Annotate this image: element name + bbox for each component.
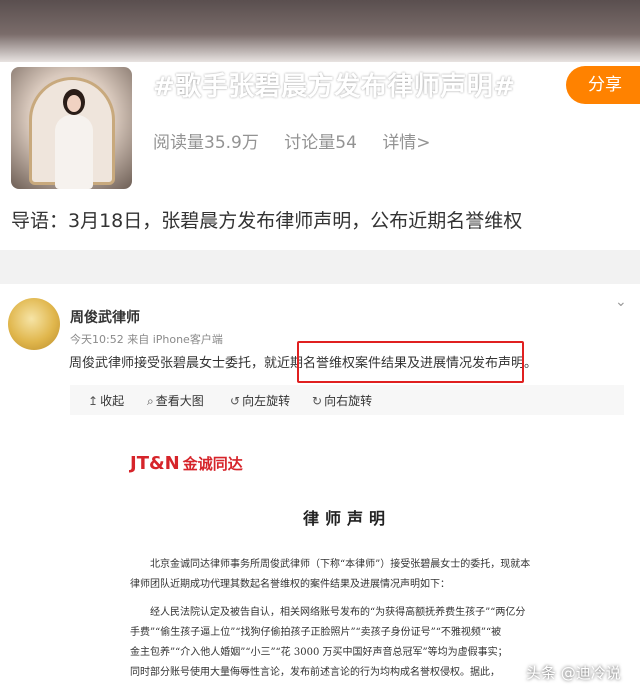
avatar[interactable]	[8, 298, 60, 350]
rotate-left-icon: ↺	[230, 394, 241, 408]
highlight-box	[297, 341, 524, 383]
rotate-right-button[interactable]: ↻ 向右旋转	[312, 392, 372, 409]
document-line: 手费”“偷生孩子逼上位”“找狗仔偷拍孩子正脸照片”“卖孩子身份证号”“不雅视频”…	[130, 627, 502, 638]
discuss-count: 讨论量54	[284, 133, 357, 153]
rotate-right-icon: ↻	[312, 394, 323, 408]
topic-title: #歌手张碧晨方发布律师声明#	[153, 72, 516, 102]
document-line: 律师团队近期成功代理其数起名誉维权的案件结果及进展情况声明如下：	[130, 579, 450, 590]
document-title: 律师声明	[302, 509, 391, 528]
firm-logo: JT&N 金诚同达	[130, 453, 243, 474]
watermark: 头条 @迪冷说	[526, 664, 621, 682]
chevron-down-icon[interactable]: ⌄	[615, 294, 627, 310]
collapse-button[interactable]: ↥ 收起	[88, 392, 124, 409]
topic-guide-text: 导语：3月18日，张碧晨方发布律师声明，公布近期名誉维权	[11, 210, 523, 232]
viewer-toolbar: ↥ 收起 ⌕ 查看大图 ↺ 向左旋转 ↻ 向右旋转	[70, 385, 624, 415]
document-line: 同时部分账号使用大量侮辱性言论，发布前述言论的行为均构成名誉权侵权。据此，	[130, 667, 500, 678]
rotate-left-button[interactable]: ↺ 向左旋转	[230, 392, 290, 409]
topic-header-background	[0, 0, 640, 62]
collapse-icon: ↥	[88, 394, 99, 408]
post-author[interactable]: 周俊武律师	[70, 307, 140, 327]
topic-stats: 阅读量35.9万 讨论量54 详情>	[153, 128, 451, 153]
topic-card: #歌手张碧晨方发布律师声明# 分享 阅读量35.9万 讨论量54 详情> 导语：…	[0, 0, 640, 250]
share-button[interactable]: 分享	[566, 66, 640, 104]
section-divider	[0, 250, 640, 284]
document-image[interactable]: JT&N 金诚同达 律师声明 北京金诚同达律师事务所周俊武律师（下称“本律师”）接…	[70, 415, 624, 693]
post-meta: 今天10:52 来自 iPhone客户端	[70, 333, 223, 346]
read-count: 阅读量35.9万	[153, 133, 259, 153]
topic-cover-image[interactable]	[11, 67, 132, 189]
details-link[interactable]: 详情>	[382, 133, 430, 153]
search-icon: ⌕	[147, 394, 154, 408]
document-line: 北京金诚同达律师事务所周俊武律师（下称“本律师”）接受张碧晨女士的委托，现就本	[150, 559, 531, 570]
view-large-button[interactable]: ⌕ 查看大图	[147, 392, 204, 409]
image-viewer: ↥ 收起 ⌕ 查看大图 ↺ 向左旋转 ↻ 向右旋转 JT&N 金诚同达 律师声明 北京金诚…	[70, 385, 624, 693]
document-line: 金主包养”“介入他人婚姻”“小三”“花 3000 万买中国好声音总冠军”等均为虚…	[130, 647, 508, 658]
document-line: 经人民法院认定及被告自认，相关网络账号发布的“为获得高额抚养费生孩子”“两亿分	[150, 607, 526, 618]
